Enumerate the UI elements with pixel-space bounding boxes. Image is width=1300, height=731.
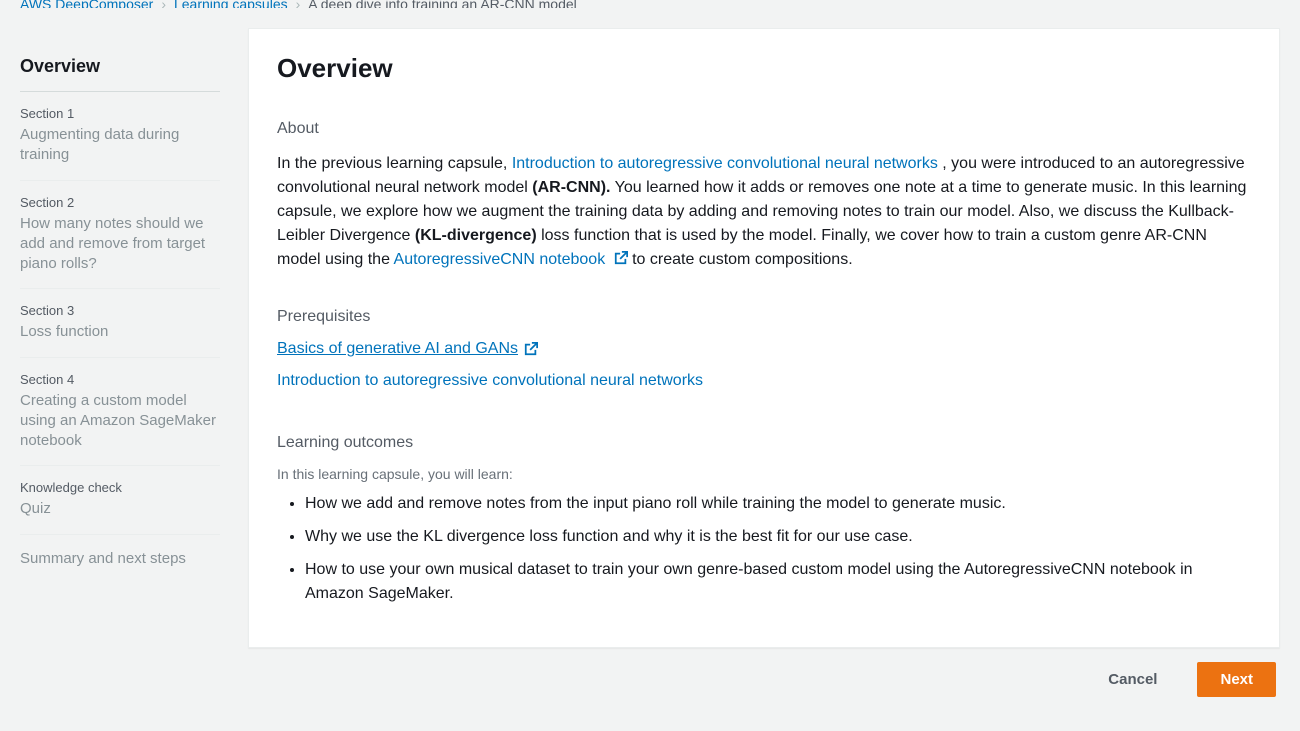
external-link-icon — [614, 251, 628, 265]
external-link-icon — [524, 342, 538, 356]
chevron-right-icon: › — [161, 0, 166, 8]
sidebar-item-label: Section 1 — [20, 106, 220, 121]
sidebar-item-title: Creating a custom model using an Amazon … — [20, 391, 220, 452]
sidebar-item-knowledge-check[interactable]: Knowledge check Quiz — [20, 466, 220, 534]
about-paragraph: In the previous learning capsule, Introd… — [277, 152, 1251, 272]
prereq-link-intro-arcnn[interactable]: Introduction to autoregressive convoluti… — [277, 372, 703, 390]
chevron-right-icon: › — [296, 0, 301, 8]
content-card: Overview About In the previous learning … — [248, 28, 1280, 648]
breadcrumb: AWS DeepComposer › Learning capsules › A… — [0, 0, 1300, 8]
about-label: About — [277, 120, 1251, 138]
list-item: How to use your own musical dataset to t… — [305, 558, 1251, 608]
outcomes-intro: In this learning capsule, you will learn… — [277, 466, 1251, 482]
main-content: Overview About In the previous learning … — [248, 28, 1280, 697]
sidebar-item-label: Knowledge check — [20, 480, 220, 495]
list-item: How we add and remove notes from the inp… — [305, 492, 1251, 517]
sidebar-item-summary[interactable]: Summary and next steps — [20, 535, 220, 583]
sidebar-heading: Overview — [20, 56, 220, 92]
about-bold-kl: (KL-divergence) — [415, 227, 537, 244]
list-item: Why we use the KL divergence loss functi… — [305, 525, 1251, 550]
cancel-button[interactable]: Cancel — [1086, 663, 1179, 696]
sidebar-item-section-3[interactable]: Section 3 Loss function — [20, 289, 220, 357]
sidebar-item-section-1[interactable]: Section 1 Augmenting data during trainin… — [20, 92, 220, 181]
about-bold-arcnn: (AR-CNN). — [532, 179, 610, 196]
link-notebook[interactable]: AutoregressiveCNN notebook — [394, 251, 628, 268]
prereq-link-basics-gans[interactable]: Basics of generative AI and GANs — [277, 340, 538, 358]
sidebar-item-label: Section 2 — [20, 195, 220, 210]
sidebar-item-title: Summary and next steps — [20, 549, 220, 569]
sidebar-item-label: Section 3 — [20, 303, 220, 318]
sidebar-item-title: Loss function — [20, 322, 220, 342]
sidebar: Overview Section 1 Augmenting data durin… — [20, 28, 220, 697]
breadcrumb-link-root[interactable]: AWS DeepComposer — [20, 0, 153, 8]
link-intro-arcnn[interactable]: Introduction to autoregressive convoluti… — [512, 155, 938, 172]
footer-actions: Cancel Next — [248, 648, 1280, 697]
page-title: Overview — [277, 53, 1251, 84]
sidebar-item-title: How many notes should we add and remove … — [20, 214, 220, 275]
sidebar-item-title: Quiz — [20, 499, 220, 519]
prereq-link-text: Introduction to autoregressive convoluti… — [277, 372, 703, 390]
sidebar-item-section-2[interactable]: Section 2 How many notes should we add a… — [20, 181, 220, 290]
sidebar-item-section-4[interactable]: Section 4 Creating a custom model using … — [20, 358, 220, 467]
sidebar-item-label: Section 4 — [20, 372, 220, 387]
about-text-part: In the previous learning capsule, — [277, 155, 512, 172]
about-text-part: to create custom compositions. — [628, 251, 853, 268]
next-button[interactable]: Next — [1197, 662, 1276, 697]
outcomes-list: How we add and remove notes from the inp… — [277, 492, 1251, 607]
sidebar-item-title: Augmenting data during training — [20, 125, 220, 166]
outcomes-label: Learning outcomes — [277, 434, 1251, 452]
prereq-link-text: Basics of generative AI and GANs — [277, 340, 518, 358]
breadcrumb-link-capsules[interactable]: Learning capsules — [174, 0, 288, 8]
breadcrumb-current: A deep dive into training an AR-CNN mode… — [308, 0, 576, 8]
prerequisites-label: Prerequisites — [277, 308, 1251, 326]
